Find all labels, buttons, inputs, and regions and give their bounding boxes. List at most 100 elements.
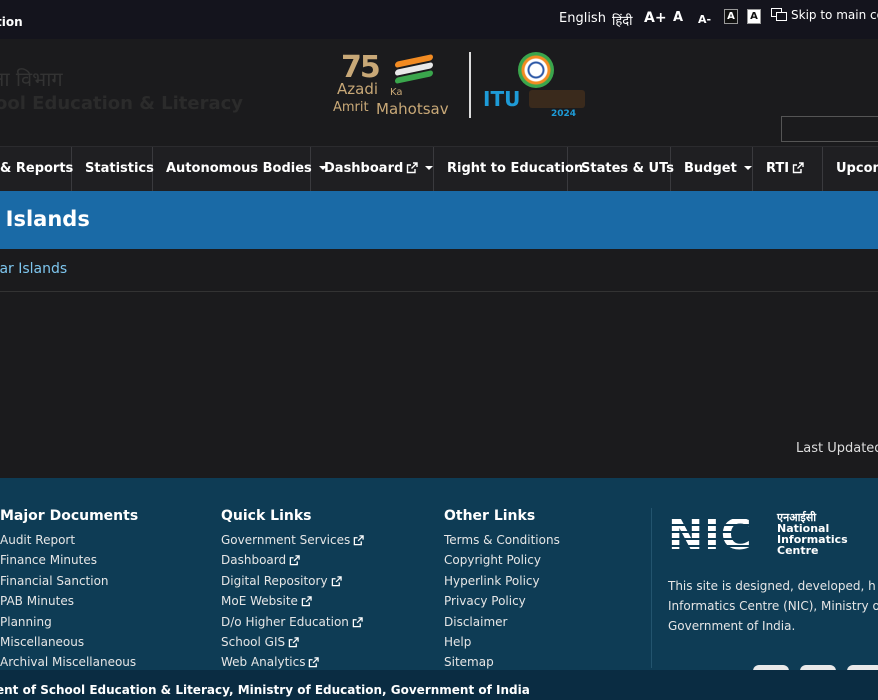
nav-item-label: RTI (766, 161, 790, 176)
footer-link[interactable]: PAB Minutes (0, 594, 138, 614)
footer-link-label: Digital Repository (221, 573, 328, 588)
footer-link[interactable]: Finance Minutes (0, 553, 138, 573)
breadcrumb-link[interactable]: obar Islands (0, 261, 67, 277)
breadcrumb: obar Islands (0, 249, 878, 292)
itu-text: ITU (483, 87, 521, 111)
footer-link-label: Dashboard (221, 553, 287, 568)
footer-heading: Major Documents (0, 508, 139, 524)
utility-bar: tion English हिंदी A+ A A- A A Skip to m… (0, 0, 878, 39)
nav-item-right-to-education[interactable]: Right to Education (434, 147, 583, 191)
nav-item-label: Dashboard (324, 161, 404, 176)
footer-link[interactable]: Copyright Policy (444, 553, 560, 573)
footer-link[interactable]: MoE Website (221, 594, 364, 614)
footer-link-label: School GIS (221, 634, 286, 649)
footer-divider (651, 508, 652, 668)
external-link-icon (792, 162, 804, 174)
itu-logo-graphic (529, 90, 585, 108)
last-updated-text: Last Updated I (796, 441, 878, 456)
nav-item-label: Right to Education (447, 161, 584, 176)
itu-logo[interactable]: ITU 2024 (483, 50, 593, 120)
light-contrast-button[interactable]: A (747, 9, 761, 24)
external-link-icon (352, 616, 363, 627)
nav-item-statistics[interactable]: Statistics (72, 147, 154, 191)
nic-logo-label: एनआईसी National Informatics Centre (777, 512, 848, 556)
designed-by-text: This site is designed, developed, h Info… (668, 576, 878, 636)
footer-link[interactable]: Hyperlink Policy (444, 574, 560, 594)
nav-item-reports[interactable]: & Reports (0, 147, 74, 191)
font-normal-button[interactable]: A (673, 10, 683, 25)
nav-item-upcoming[interactable]: Upcom (823, 147, 878, 191)
logo-divider (469, 52, 471, 118)
external-link-icon (288, 637, 299, 648)
footer-link[interactable]: School GIS (221, 635, 364, 655)
nav-item-autonomous-bodies[interactable]: Autonomous Bodies (153, 147, 327, 191)
dark-contrast-button[interactable]: A (724, 9, 738, 24)
nav-item-label: Upcom (836, 161, 878, 176)
footer-link[interactable]: Privacy Policy (444, 594, 560, 614)
skip-main-label: Skip to main co (791, 8, 878, 22)
nic-line3: Centre (777, 544, 819, 557)
nav-item-label: States & UTs (581, 161, 674, 176)
language-hindi[interactable]: हिंदी (612, 11, 633, 29)
external-link-icon (407, 162, 418, 174)
footer-link[interactable]: Terms & Conditions (444, 533, 560, 553)
itu-year: 2024 (551, 109, 577, 119)
logo-azadi-text: Azadi (337, 80, 379, 98)
search-input[interactable] (781, 116, 878, 142)
department-title[interactable]: ool Education & Literacy (0, 93, 243, 114)
designed-line: Government of India. (668, 619, 796, 633)
nic-logo-text: NIC (668, 510, 753, 559)
footer-link[interactable]: Financial Sanction (0, 574, 138, 594)
footer-link[interactable]: Planning (0, 615, 138, 635)
nav-item-dashboard[interactable]: Dashboard (311, 147, 434, 191)
font-decrease-button[interactable]: A- (698, 13, 711, 26)
footer-link-label: Government Services (221, 533, 351, 547)
skip-to-main-content-link[interactable]: Skip to main co (771, 8, 878, 22)
logo-ka-text: Ka (390, 87, 403, 98)
footer-link[interactable]: Dashboard (221, 553, 364, 573)
external-link-icon (289, 555, 300, 566)
footer-link[interactable]: Audit Report (0, 533, 138, 553)
footer-link[interactable]: Help (444, 635, 560, 655)
nav-item-budget[interactable]: Budget (671, 147, 753, 191)
footer-major-documents: Major Documents Audit Report Finance Min… (0, 508, 138, 676)
copyright-bar: ent of School Education & Literacy, Mini… (0, 670, 878, 700)
site-footer: Major Documents Audit Report Finance Min… (0, 478, 878, 675)
nav-item-label: Autonomous Bodies (166, 161, 312, 176)
footer-heading: Quick Links (221, 508, 312, 524)
footer-link[interactable]: D/o Higher Education (221, 615, 364, 635)
azadi-ka-amrit-mahotsav-logo[interactable]: 75 Azadi Ka Amrit Mahotsav (333, 50, 463, 120)
main-navigation: & Reports Statistics Autonomous Bodies D… (0, 146, 878, 191)
footer-link[interactable]: Miscellaneous (0, 635, 138, 655)
footer-link-label: Web Analytics (221, 655, 306, 670)
designed-line: Informatics Centre (NIC), Ministry of E (668, 599, 878, 613)
nic-logo[interactable]: NIC एनआईसी National Informatics Centre (668, 512, 868, 562)
nav-item-label: Statistics (85, 161, 154, 176)
footer-link[interactable]: Government Services (221, 533, 364, 553)
logo-amrit-text: Amrit (333, 100, 369, 115)
nav-item-states-uts[interactable]: States & UTs (568, 147, 674, 191)
nav-item-rti[interactable]: RTI (753, 147, 823, 191)
footer-quick-links: Quick Links Government Services Dashboar… (221, 508, 364, 676)
footer-link[interactable]: Digital Repository (221, 574, 364, 594)
language-english[interactable]: English (559, 11, 606, 26)
page-title-band: r Islands (0, 191, 878, 249)
chevron-down-icon (743, 166, 752, 170)
nav-item-label: & Reports (0, 161, 74, 176)
font-increase-button[interactable]: A+ (644, 10, 667, 26)
external-link-icon (331, 576, 342, 587)
footer-other-links: Other Links Terms & Conditions Copyright… (444, 508, 560, 676)
external-link-icon (309, 657, 320, 668)
nav-item-label: Budget (684, 161, 737, 176)
footer-link-label: MoE Website (221, 594, 298, 609)
logo-mahotsav-text: Mahotsav (376, 100, 449, 118)
footer-link[interactable]: Disclaimer (444, 615, 560, 635)
designed-line: This site is designed, developed, h (668, 579, 876, 593)
skip-navigation-link[interactable]: tion (0, 15, 23, 29)
page-title: r Islands (0, 207, 90, 231)
copyright-text: ent of School Education & Literacy, Mini… (0, 683, 530, 697)
footer-link-label: D/o Higher Education (221, 614, 349, 629)
itu-medal-icon (518, 52, 554, 88)
department-title-hindi: क्षा विभाग (0, 67, 63, 91)
external-link-icon (301, 596, 312, 607)
